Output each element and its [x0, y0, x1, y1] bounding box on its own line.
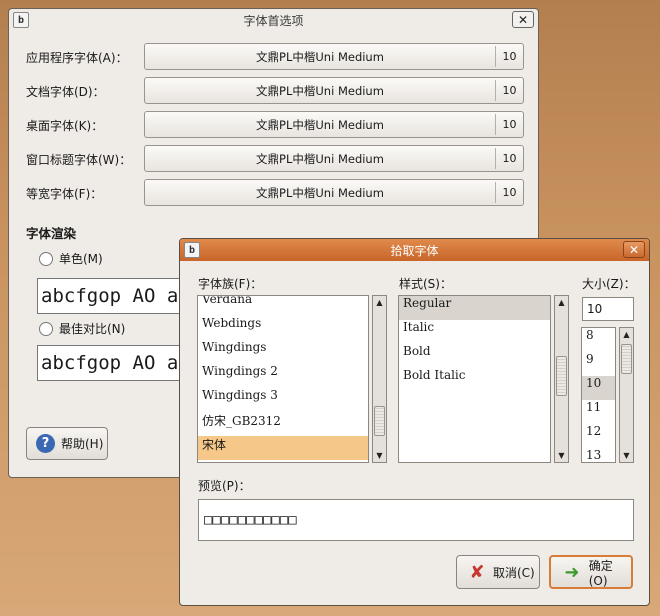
list-item[interactable]: Verdana	[198, 296, 368, 316]
monospace-font-label: 等宽字体(F)：	[26, 187, 103, 201]
ok-label: 确定(O)	[588, 558, 613, 588]
font-name: 文鼎PL中楷Uni Medium	[256, 151, 384, 166]
font-size: 10	[495, 148, 523, 169]
ok-icon: ➜	[564, 561, 580, 583]
window-title-font-label: 窗口标题字体(W)：	[26, 153, 132, 167]
cancel-label: 取消(C)	[493, 565, 535, 580]
font-size: 10	[495, 80, 523, 101]
best-contrast-preview[interactable]: abcfgop AO abcfgop	[37, 345, 197, 381]
application-font-button[interactable]: 文鼎PL中楷Uni Medium 10	[144, 43, 524, 70]
list-item[interactable]: Bold Italic	[399, 368, 550, 392]
list-item-selected[interactable]: 10	[582, 376, 615, 400]
pick-font-dialog: b 拾取字体 ✕ 字体族(F)： 样式(S)： 大小(Z)： Verdana W…	[179, 238, 650, 606]
close-icon: ✕	[517, 12, 529, 27]
scroll-down-icon[interactable]: ▼	[620, 449, 633, 462]
ok-button[interactable]: ➜ 确定(O)	[549, 555, 633, 589]
prefs-titlebar[interactable]: b 字体首选项 ✕	[9, 9, 538, 31]
style-scrollbar[interactable]: ▲ ▼	[554, 295, 569, 463]
font-name: 文鼎PL中楷Uni Medium	[256, 185, 384, 200]
prefs-close-button[interactable]: ✕	[512, 11, 534, 28]
desktop-font-label: 桌面字体(K)：	[26, 119, 104, 133]
scroll-thumb[interactable]	[556, 356, 567, 396]
cancel-button[interactable]: ✘ 取消(C)	[456, 555, 540, 589]
help-label: 帮助(H)	[61, 437, 104, 451]
scroll-up-icon[interactable]: ▲	[555, 296, 568, 309]
list-item-selected[interactable]: Regular	[399, 296, 550, 320]
font-name: 文鼎PL中楷Uni Medium	[256, 49, 384, 64]
size-list[interactable]: 8 9 10 11 12 13	[581, 327, 616, 463]
size-label: 大小(Z)：	[582, 277, 636, 291]
family-label: 字体族(F)：	[198, 277, 263, 291]
document-font-button[interactable]: 文鼎PL中楷Uni Medium 10	[144, 77, 524, 104]
scroll-down-icon[interactable]: ▼	[373, 449, 386, 462]
picker-titlebar[interactable]: b 拾取字体 ✕	[180, 239, 649, 261]
font-size: 10	[495, 114, 523, 135]
app-icon: b	[184, 242, 200, 258]
list-item[interactable]: Bold	[399, 344, 550, 368]
best-contrast-option[interactable]: 最佳对比(N)	[39, 320, 125, 337]
list-item[interactable]: Wingdings	[198, 340, 368, 364]
preview-label: 预览(P)：	[198, 479, 251, 493]
preview-input[interactable]: □□□□□□□□□□□	[198, 499, 634, 541]
font-size: 10	[495, 46, 523, 67]
prefs-window-title: 字体首选项	[243, 13, 304, 28]
application-font-label: 应用程序字体(A)：	[26, 51, 128, 65]
scroll-thumb[interactable]	[621, 344, 632, 374]
help-button[interactable]: ? 帮助(H)	[26, 427, 108, 460]
list-item[interactable]: Wingdings 2	[198, 364, 368, 388]
scroll-up-icon[interactable]: ▲	[620, 328, 633, 341]
desktop-font-button[interactable]: 文鼎PL中楷Uni Medium 10	[144, 111, 524, 138]
style-label: 样式(S)：	[399, 277, 452, 291]
monochrome-preview[interactable]: abcfgop AO abcfgop	[37, 278, 197, 314]
monospace-font-button[interactable]: 文鼎PL中楷Uni Medium 10	[144, 179, 524, 206]
window-title-font-button[interactable]: 文鼎PL中楷Uni Medium 10	[144, 145, 524, 172]
scroll-thumb[interactable]	[374, 406, 385, 436]
list-item-selected[interactable]: 宋体	[198, 436, 368, 460]
family-list[interactable]: Verdana Webdings Wingdings Wingdings 2 W…	[197, 295, 369, 463]
list-item[interactable]: 13	[582, 448, 615, 462]
monochrome-label: 单色(M)	[59, 252, 103, 266]
monochrome-option[interactable]: 单色(M)	[39, 250, 103, 267]
list-item[interactable]: Italic	[399, 320, 550, 344]
list-item[interactable]: 12	[582, 424, 615, 448]
size-input[interactable]: 10	[582, 297, 634, 321]
style-list[interactable]: Regular Italic Bold Bold Italic	[398, 295, 551, 463]
font-rendering-heading: 字体渲染	[26, 226, 77, 241]
document-font-label: 文档字体(D)：	[26, 85, 105, 99]
close-icon: ✕	[628, 242, 640, 257]
list-item[interactable]: Webdings	[198, 316, 368, 340]
list-item[interactable]: 仿宋_GB2312	[198, 412, 368, 436]
monochrome-radio[interactable]	[39, 251, 53, 266]
picker-window-title: 拾取字体	[390, 243, 439, 258]
best-contrast-label: 最佳对比(N)	[59, 322, 126, 336]
list-item[interactable]: Wingdings 3	[198, 388, 368, 412]
list-item[interactable]: 8	[582, 328, 615, 352]
size-scrollbar[interactable]: ▲ ▼	[619, 327, 634, 463]
scroll-down-icon[interactable]: ▼	[555, 449, 568, 462]
font-size: 10	[495, 182, 523, 203]
font-name: 文鼎PL中楷Uni Medium	[256, 83, 384, 98]
list-item[interactable]: 9	[582, 352, 615, 376]
font-name: 文鼎PL中楷Uni Medium	[256, 117, 384, 132]
family-scrollbar[interactable]: ▲ ▼	[372, 295, 387, 463]
picker-close-button[interactable]: ✕	[623, 241, 645, 258]
help-icon: ?	[36, 434, 55, 453]
best-contrast-radio[interactable]	[39, 321, 53, 336]
app-icon: b	[13, 12, 29, 28]
cancel-icon: ✘	[469, 561, 485, 583]
list-item[interactable]: 11	[582, 400, 615, 424]
scroll-up-icon[interactable]: ▲	[373, 296, 386, 309]
